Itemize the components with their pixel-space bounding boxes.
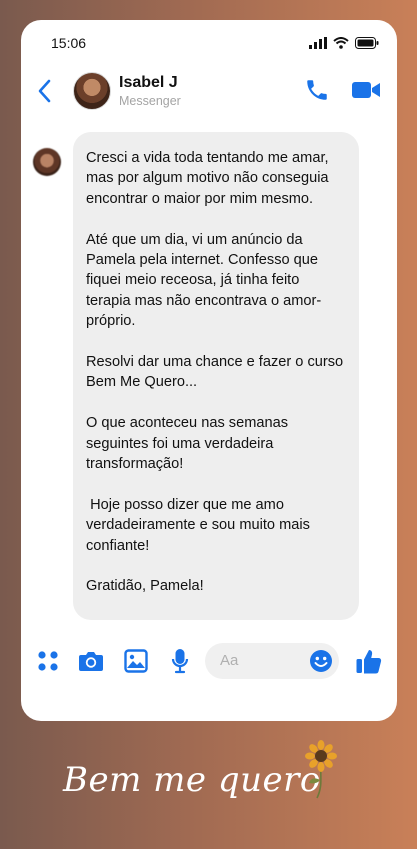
message-paragraph: Resolvi dar uma chance e fazer o curso B… bbox=[86, 354, 348, 391]
message-paragraph: Até que um dia, vi um anúncio da Pamela … bbox=[86, 231, 323, 330]
signal-icon bbox=[309, 37, 327, 49]
phone-call-icon[interactable] bbox=[304, 77, 330, 103]
brand-logo-text: Bem me quero bbox=[63, 760, 321, 800]
message-sender-avatar bbox=[33, 148, 61, 176]
sunflower-icon bbox=[305, 740, 337, 799]
message-bubble: Cresci a vida toda tentando me amar, mas… bbox=[73, 132, 359, 620]
status-bar: 15:06 bbox=[21, 20, 397, 64]
message-paragraph: O que aconteceu nas semanas seguintes fo… bbox=[86, 415, 293, 473]
phone-frame: 15:06 Isabel J Messenger Cresci a vida t… bbox=[21, 20, 397, 721]
emoji-icon[interactable] bbox=[309, 649, 333, 673]
brand-logo: Bem me quero bbox=[55, 740, 355, 820]
contact-subtitle: Messenger bbox=[119, 94, 181, 108]
video-call-icon[interactable] bbox=[351, 78, 381, 102]
apps-grid-icon[interactable] bbox=[37, 650, 59, 672]
microphone-icon[interactable] bbox=[171, 648, 189, 674]
chat-header: Isabel J Messenger bbox=[21, 68, 397, 116]
contact-avatar[interactable] bbox=[73, 72, 111, 110]
message-composer: Aa bbox=[21, 640, 397, 684]
camera-icon[interactable] bbox=[78, 649, 104, 673]
status-time: 15:06 bbox=[51, 35, 87, 51]
message-paragraph: Cresci a vida toda tentando me amar, mas… bbox=[86, 150, 333, 207]
gallery-image-icon[interactable] bbox=[124, 649, 148, 673]
wifi-icon bbox=[333, 37, 349, 49]
back-chevron-icon[interactable] bbox=[37, 79, 53, 103]
thumbs-up-icon[interactable] bbox=[355, 647, 383, 675]
contact-name[interactable]: Isabel J bbox=[119, 74, 178, 92]
status-icons bbox=[309, 37, 379, 49]
message-input-placeholder: Aa bbox=[220, 652, 239, 669]
message-paragraph: Gratidão, Pamela! bbox=[86, 578, 204, 595]
message-paragraph: Hoje posso dizer que me amo verdadeirame… bbox=[86, 496, 314, 554]
message-input[interactable]: Aa bbox=[205, 643, 339, 679]
battery-icon bbox=[355, 37, 379, 49]
